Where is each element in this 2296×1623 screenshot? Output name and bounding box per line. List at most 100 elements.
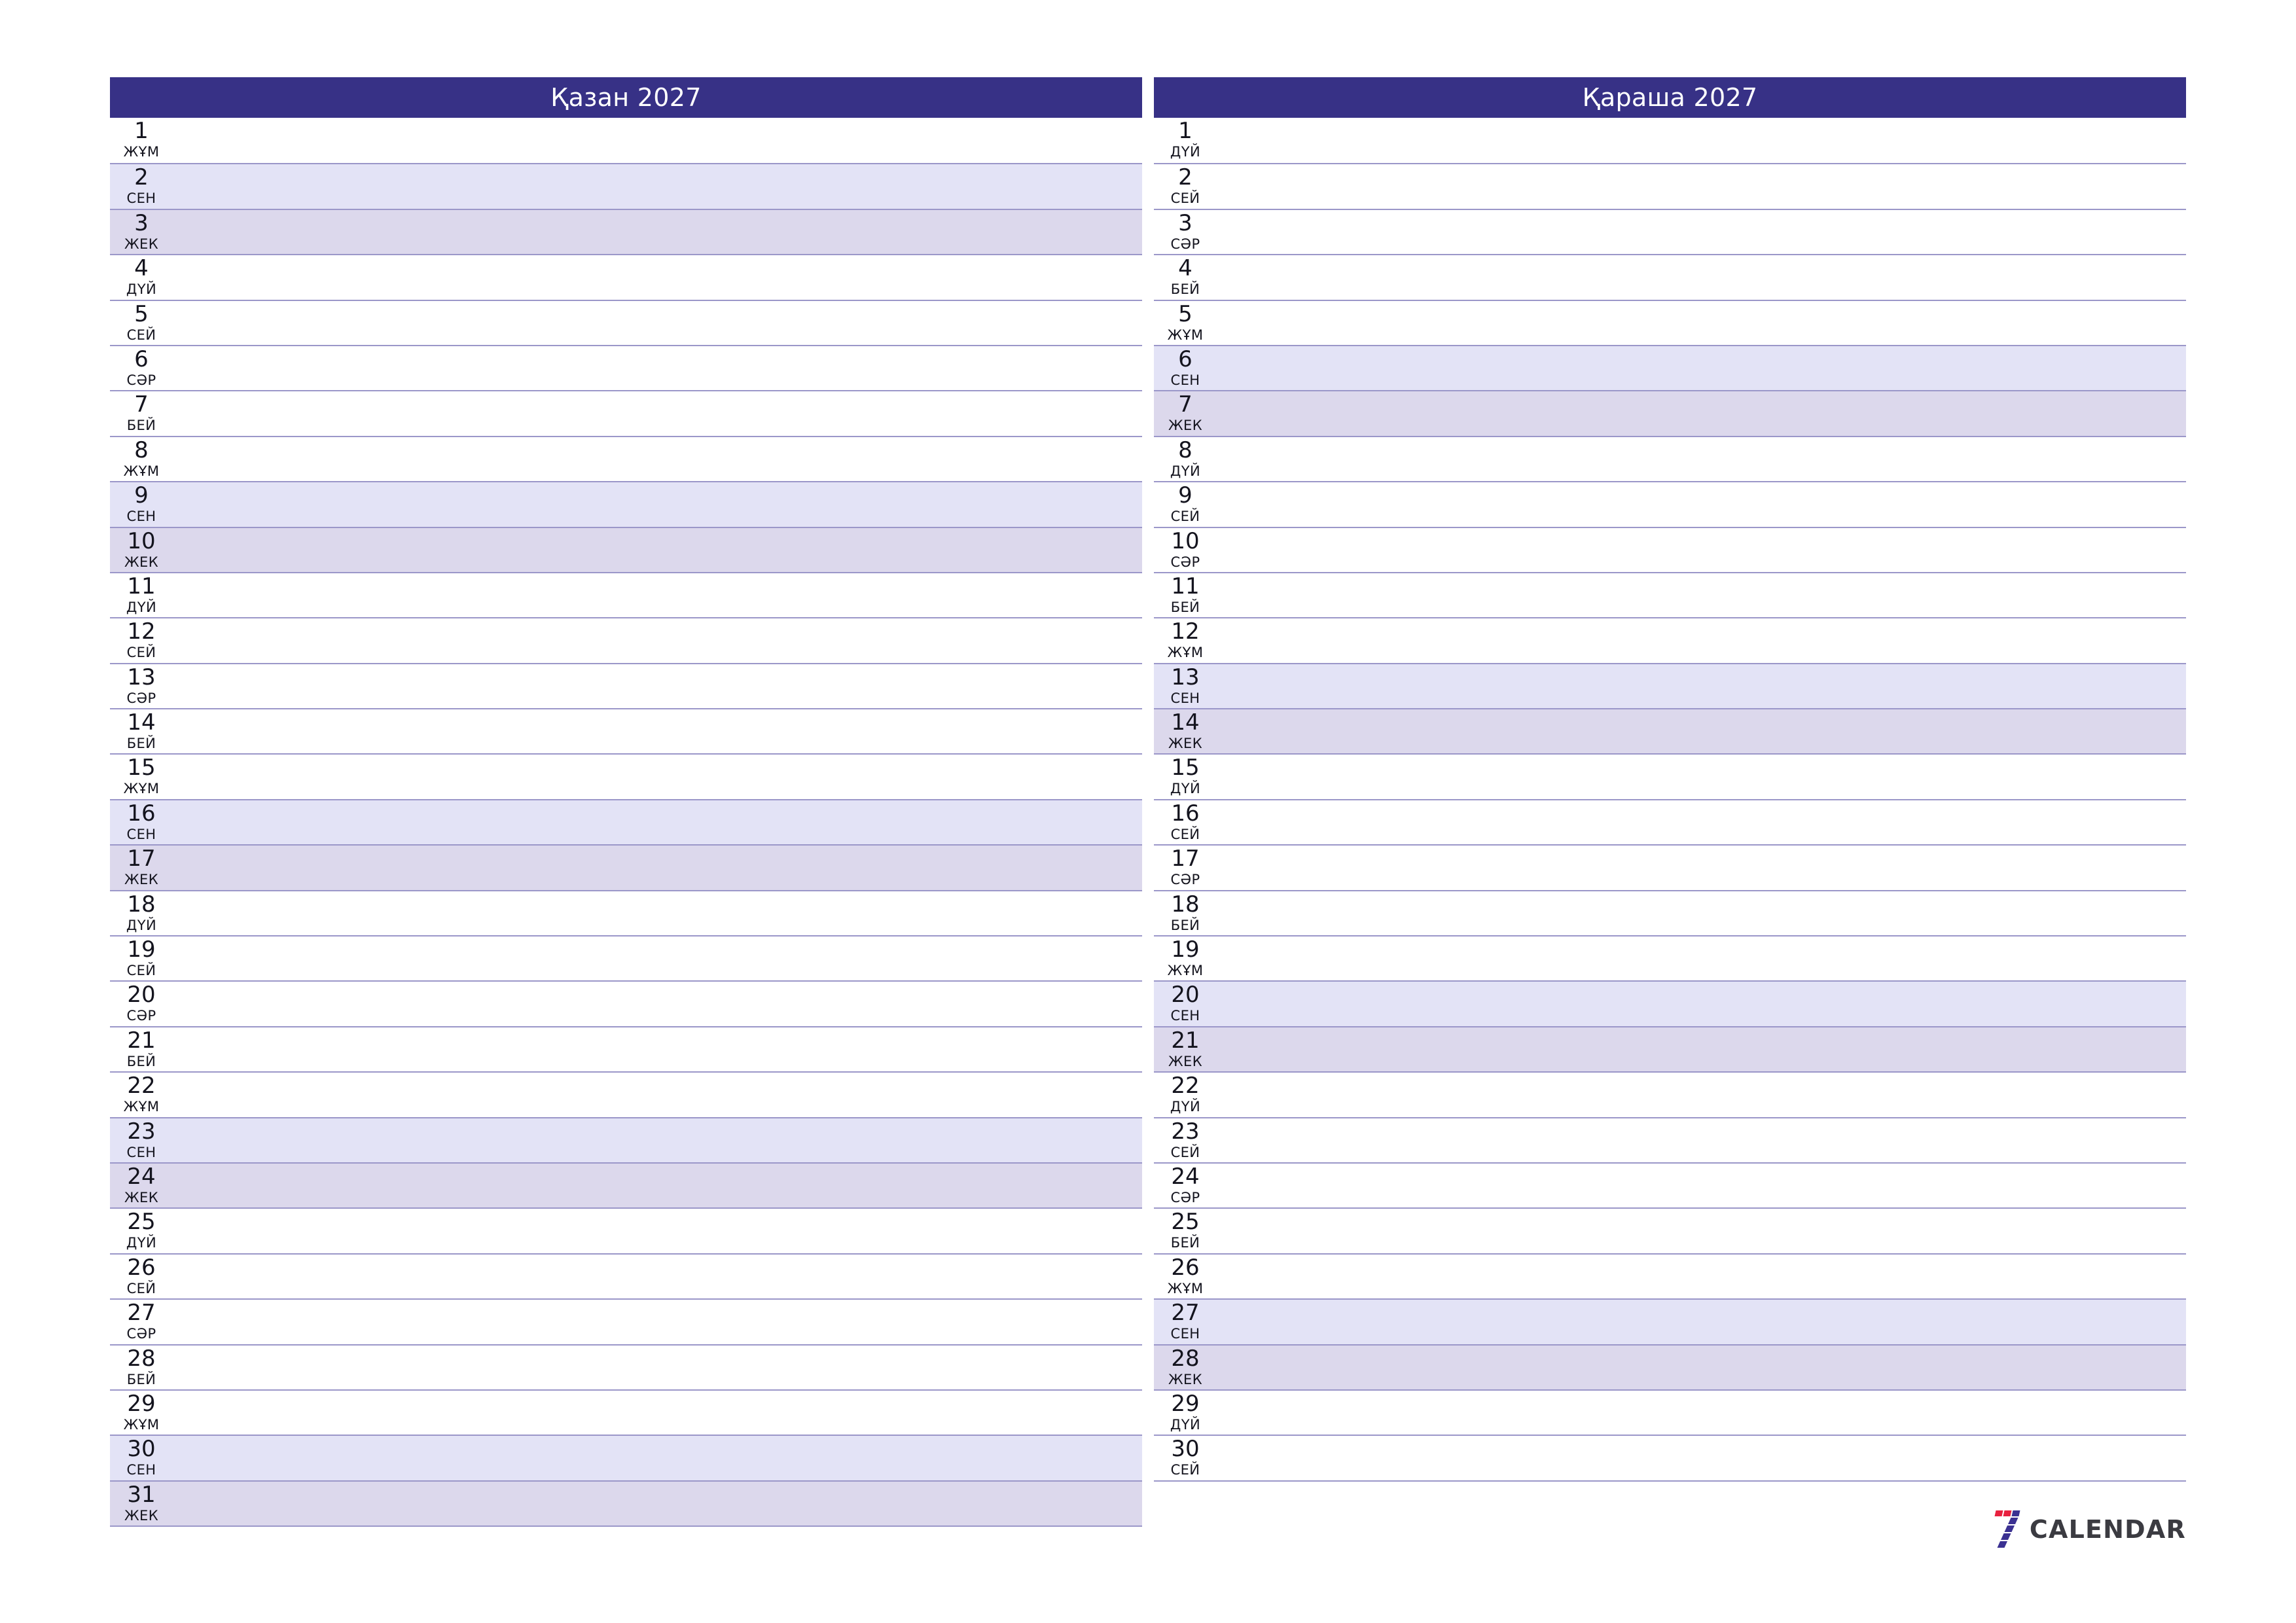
day-row[interactable]: 8 ЖҰМ: [110, 435, 1142, 482]
day-row[interactable]: 19 ЖҰМ: [1154, 935, 2186, 981]
day-row[interactable]: 16 СЕН: [110, 798, 1142, 845]
day-notes-area[interactable]: [175, 210, 1142, 254]
day-row[interactable]: 28 БЕЙ: [110, 1344, 1142, 1389]
day-notes-area[interactable]: [175, 936, 1142, 980]
day-row[interactable]: 22 ДҮЙ: [1154, 1071, 2186, 1117]
day-row[interactable]: 11 ДҮЙ: [110, 571, 1142, 618]
day-row[interactable]: 30 СЕН: [110, 1435, 1142, 1480]
day-notes-area[interactable]: [175, 709, 1142, 753]
day-row[interactable]: 4 БЕЙ: [1154, 254, 2186, 300]
day-row[interactable]: 1 ДҮЙ: [1154, 118, 2186, 164]
day-notes-area[interactable]: [1219, 1027, 2186, 1071]
day-notes-area[interactable]: [175, 437, 1142, 481]
day-notes-area[interactable]: [1219, 482, 2186, 526]
day-notes-area[interactable]: [175, 573, 1142, 617]
day-notes-area[interactable]: [1219, 301, 2186, 345]
day-row[interactable]: 3 ЖЕК: [110, 208, 1142, 255]
day-row[interactable]: 18 БЕЙ: [1154, 889, 2186, 936]
day-row[interactable]: 21 БЕЙ: [110, 1026, 1142, 1072]
day-notes-area[interactable]: [175, 1391, 1142, 1435]
day-row[interactable]: 13 СӘР: [110, 662, 1142, 709]
day-notes-area[interactable]: [1219, 709, 2186, 753]
day-notes-area[interactable]: [1219, 1209, 2186, 1253]
day-row[interactable]: 9 СЕН: [110, 481, 1142, 527]
day-notes-area[interactable]: [175, 891, 1142, 935]
day-notes-area[interactable]: [1219, 391, 2186, 435]
day-notes-area[interactable]: [175, 1073, 1142, 1116]
day-row[interactable]: 2 СЕЙ: [1154, 163, 2186, 209]
day-row[interactable]: 22 ЖҰМ: [110, 1071, 1142, 1117]
day-row[interactable]: 10 ЖЕК: [110, 526, 1142, 572]
day-row[interactable]: 12 ЖҰМ: [1154, 617, 2186, 663]
day-notes-area[interactable]: [1219, 618, 2186, 662]
day-notes-area[interactable]: [1219, 1346, 2186, 1389]
day-notes-area[interactable]: [1219, 664, 2186, 708]
day-row[interactable]: 30 СЕЙ: [1154, 1435, 2186, 1480]
day-row[interactable]: 17 СӘР: [1154, 844, 2186, 890]
day-notes-area[interactable]: [175, 755, 1142, 798]
day-notes-area[interactable]: [175, 391, 1142, 435]
day-notes-area[interactable]: [175, 255, 1142, 299]
day-notes-area[interactable]: [1219, 346, 2186, 390]
day-notes-area[interactable]: [1219, 118, 2186, 163]
day-row[interactable]: 16 СЕЙ: [1154, 798, 2186, 845]
day-notes-area[interactable]: [175, 301, 1142, 345]
day-row[interactable]: 27 СӘР: [110, 1298, 1142, 1344]
day-notes-area[interactable]: [1219, 891, 2186, 935]
day-row[interactable]: 28 ЖЕК: [1154, 1344, 2186, 1389]
day-row[interactable]: 7 ЖЕК: [1154, 390, 2186, 436]
day-notes-area[interactable]: [175, 800, 1142, 844]
day-row[interactable]: 11 БЕЙ: [1154, 571, 2186, 618]
day-row[interactable]: 5 ЖҰМ: [1154, 299, 2186, 345]
day-notes-area[interactable]: [175, 1482, 1142, 1525]
day-row[interactable]: 26 ЖҰМ: [1154, 1253, 2186, 1299]
day-notes-area[interactable]: [175, 1255, 1142, 1298]
day-notes-area[interactable]: [1219, 573, 2186, 617]
day-notes-area[interactable]: [175, 846, 1142, 889]
day-notes-area[interactable]: [175, 346, 1142, 390]
day-notes-area[interactable]: [1219, 1300, 2186, 1344]
day-row[interactable]: 26 СЕЙ: [110, 1253, 1142, 1299]
day-row[interactable]: 15 ЖҰМ: [110, 753, 1142, 799]
day-notes-area[interactable]: [175, 1436, 1142, 1480]
day-row[interactable]: 23 СЕН: [110, 1116, 1142, 1162]
day-row[interactable]: 23 СЕЙ: [1154, 1116, 2186, 1162]
day-notes-area[interactable]: [1219, 1436, 2186, 1480]
day-notes-area[interactable]: [1219, 164, 2186, 208]
day-row[interactable]: 7 БЕЙ: [110, 390, 1142, 436]
day-notes-area[interactable]: [1219, 755, 2186, 798]
day-row[interactable]: 3 СӘР: [1154, 208, 2186, 255]
day-row[interactable]: 1 ЖҰМ: [110, 118, 1142, 164]
day-notes-area[interactable]: [175, 1164, 1142, 1207]
day-row[interactable]: 18 ДҮЙ: [110, 889, 1142, 936]
day-row[interactable]: 24 ЖЕК: [110, 1162, 1142, 1208]
day-notes-area[interactable]: [1219, 1164, 2186, 1207]
day-notes-area[interactable]: [1219, 1391, 2186, 1435]
day-row[interactable]: 8 ДҮЙ: [1154, 435, 2186, 482]
day-notes-area[interactable]: [175, 618, 1142, 662]
day-notes-area[interactable]: [1219, 437, 2186, 481]
day-row[interactable]: 19 СЕЙ: [110, 935, 1142, 981]
day-row[interactable]: 10 СӘР: [1154, 526, 2186, 572]
day-notes-area[interactable]: [1219, 846, 2186, 889]
day-notes-area[interactable]: [175, 118, 1142, 163]
day-row[interactable]: 21 ЖЕК: [1154, 1026, 2186, 1072]
day-row[interactable]: 24 СӘР: [1154, 1162, 2186, 1208]
day-row[interactable]: 25 ДҮЙ: [110, 1207, 1142, 1253]
day-row[interactable]: 31 ЖЕК: [110, 1480, 1142, 1526]
day-notes-area[interactable]: [175, 482, 1142, 526]
day-row[interactable]: 4 ДҮЙ: [110, 254, 1142, 300]
day-notes-area[interactable]: [175, 664, 1142, 708]
day-notes-area[interactable]: [175, 1209, 1142, 1253]
day-row[interactable]: 25 БЕЙ: [1154, 1207, 2186, 1253]
day-row[interactable]: 17 ЖЕК: [110, 844, 1142, 890]
day-row[interactable]: 14 ЖЕК: [1154, 708, 2186, 754]
day-row[interactable]: 29 ДҮЙ: [1154, 1389, 2186, 1435]
day-row[interactable]: 15 ДҮЙ: [1154, 753, 2186, 799]
day-row[interactable]: 9 СЕЙ: [1154, 481, 2186, 527]
day-notes-area[interactable]: [175, 982, 1142, 1026]
day-row[interactable]: 20 СЕН: [1154, 980, 2186, 1026]
day-notes-area[interactable]: [175, 1346, 1142, 1389]
day-notes-area[interactable]: [175, 1300, 1142, 1344]
day-notes-area[interactable]: [1219, 210, 2186, 254]
